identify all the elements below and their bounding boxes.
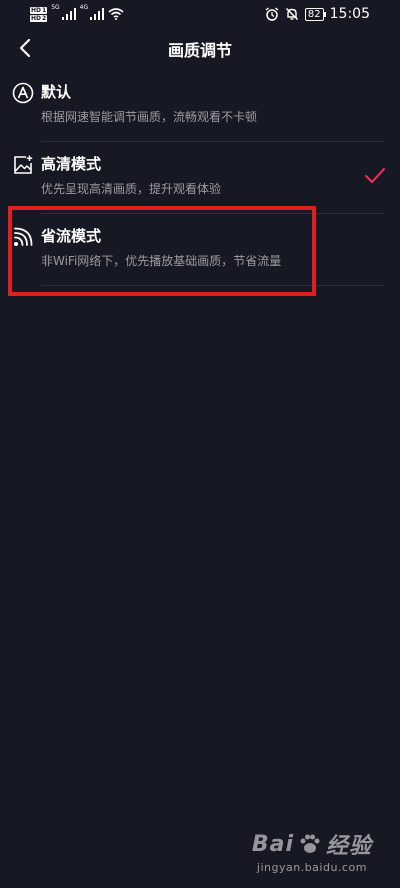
image-hd-icon — [14, 155, 33, 174]
option-title: 高清模式 — [41, 155, 102, 173]
sim2-slot: 2 — [42, 14, 47, 22]
status-right: 82 15:05 — [265, 5, 370, 23]
data-saver-icon — [14, 227, 33, 246]
signal-icon — [61, 8, 76, 20]
signal-icon — [90, 8, 105, 20]
divider — [41, 285, 384, 286]
signal1-type: 5G — [51, 4, 60, 11]
mute-icon — [285, 7, 298, 21]
watermark-logo-suffix: 经验 — [325, 834, 372, 859]
sim2-badge: HD 2 — [30, 14, 48, 22]
status-bar: HD 1 HD 2 5G 4G 82 15:05 — [0, 0, 400, 28]
page-title: 画质调节 — [167, 41, 232, 60]
option-data-saver-mode[interactable]: 省流模式 非WiFi网络下，优先播放基础画质，节省流量 — [0, 214, 400, 286]
option-description: 根据网速智能调节画质，流畅观看不卡顿 — [41, 110, 258, 124]
option-description: 优先呈现高清画质，提升观看体验 — [41, 182, 222, 196]
baidu-jingyan-watermark: Bai 经验 jingyan.baidu.com — [252, 828, 372, 875]
sim1-slot: 1 — [42, 6, 47, 14]
watermark-url: jingyan.baidu.com — [256, 861, 367, 874]
sim-badges: HD 1 HD 2 — [30, 6, 48, 22]
option-description: 非WiFi网络下，优先播放基础画质，节省流量 — [41, 254, 282, 268]
alarm-icon — [265, 7, 279, 21]
quality-settings-page: HD 1 HD 2 5G 4G 82 15:05 画质调节 默认 根据网速智能调… — [0, 0, 400, 888]
paw-icon — [300, 834, 320, 853]
letter-a-circle-icon — [12, 82, 34, 104]
watermark-logo: Bai 经验 — [252, 828, 372, 860]
battery-icon: 82 — [304, 7, 326, 21]
option-hd-mode[interactable]: 高清模式 优先呈现高清画质，提升观看体验 — [0, 142, 400, 214]
check-icon — [365, 168, 385, 183]
wifi-icon — [108, 8, 124, 20]
option-title: 省流模式 — [41, 227, 102, 245]
watermark-logo-text: Bai — [251, 831, 294, 857]
nav-bar: 画质调节 — [0, 28, 400, 68]
option-title: 默认 — [41, 83, 72, 101]
status-left: HD 1 HD 2 5G 4G — [30, 5, 124, 23]
sim1-badge: HD 1 — [30, 6, 48, 14]
sim2-label: HD — [31, 14, 42, 22]
clock-time: 15:05 — [329, 6, 370, 22]
option-default[interactable]: 默认 根据网速智能调节画质，流畅观看不卡顿 — [0, 70, 400, 142]
sim1-label: HD — [31, 6, 42, 14]
signal2-type: 4G — [79, 4, 89, 11]
